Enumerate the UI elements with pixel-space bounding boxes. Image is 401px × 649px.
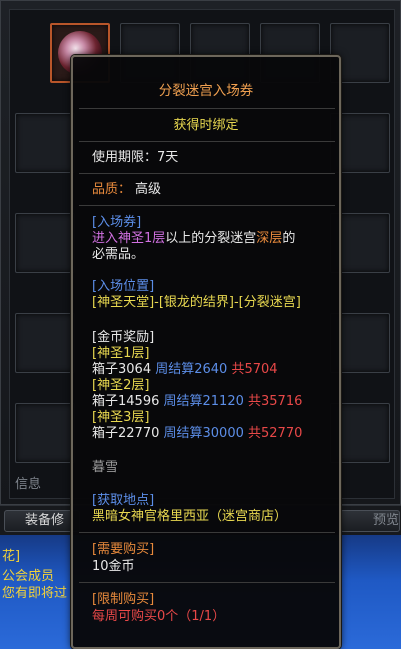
floor-total: 共5704 [231, 362, 278, 377]
inventory-slot[interactable] [15, 213, 75, 273]
chat-line: 花] [2, 549, 21, 564]
location-header: [入场位置] [92, 279, 155, 294]
floor-reward: 箱子14596 周结算21120 共35716 [92, 394, 302, 409]
bind-status: 获得时绑定 [173, 118, 239, 133]
item-tooltip: 分裂迷宫入场券 获得时绑定 使用期限：7天 品质： 高级 [入场券] 进入神圣1层… [71, 55, 341, 649]
floor-weekly: 周结算21120 [163, 394, 244, 409]
inventory-slot[interactable] [15, 403, 75, 463]
inventory-slot[interactable] [15, 113, 75, 173]
divider [79, 532, 335, 533]
floor-box: 箱子22770 [92, 426, 160, 441]
divider [79, 582, 335, 583]
desc-part: 以上的分裂迷宫 [165, 231, 257, 246]
desc-part: 进入神圣1层 [92, 231, 166, 246]
gold-reward-header: [金币奖励] [92, 330, 155, 345]
limit-header: [限制购买] [92, 592, 155, 607]
item-grade: 品质： 高级 [92, 182, 161, 197]
buy-header: [需要购买] [92, 542, 155, 557]
grade-label: 品质： [92, 182, 132, 197]
divider [79, 205, 335, 206]
divider [79, 141, 335, 142]
ticket-description-line2: 必需品。 [92, 247, 145, 262]
preview-button[interactable]: 预览 [340, 510, 400, 532]
floor-reward: 箱子3064 周结算2640 共5704 [92, 362, 278, 377]
floor-weekly: 周结算30000 [163, 426, 244, 441]
limit-value: 每周可购买0个（1/1） [92, 609, 226, 624]
floor-name: [神圣3层] [92, 410, 150, 425]
equip-repair-button[interactable]: 装备修 [4, 510, 80, 532]
location-value: [神圣天堂]-[银龙的结界]-[分裂迷宫] [92, 295, 301, 310]
source-header: [获取地点] [92, 493, 155, 508]
item-title: 分裂迷宫入场券 [158, 83, 254, 99]
floor-name: [神圣1层] [92, 346, 150, 361]
ticket-header: [入场券] [92, 215, 142, 230]
item-duration: 使用期限：7天 [92, 150, 179, 165]
divider [79, 173, 335, 174]
floor-total: 共52770 [248, 426, 303, 441]
floor-reward: 箱子22770 周结算30000 共52770 [92, 426, 302, 441]
inventory-info-label: 信息 [15, 477, 42, 492]
floor-box: 箱子3064 [92, 362, 152, 377]
ticket-description: 进入神圣1层以上的分裂迷宫深层的 [92, 231, 295, 246]
desc-part: 深层 [256, 231, 283, 246]
chat-line: 您有即将过 [2, 586, 68, 601]
inventory-slot[interactable] [15, 313, 75, 373]
floor-weekly: 周结算2640 [155, 362, 228, 377]
divider [79, 108, 335, 109]
floor-total: 共35716 [248, 394, 303, 409]
author-signature: 暮雪 [92, 460, 119, 475]
floor-box: 箱子14596 [92, 394, 160, 409]
floor-name: [神圣2层] [92, 378, 150, 393]
source-value: 黑暗女神官格里西亚（迷宫商店） [92, 509, 288, 524]
grade-value: 高级 [135, 182, 162, 197]
desc-part: 的 [282, 231, 296, 246]
buy-value: 10金币 [92, 559, 135, 574]
